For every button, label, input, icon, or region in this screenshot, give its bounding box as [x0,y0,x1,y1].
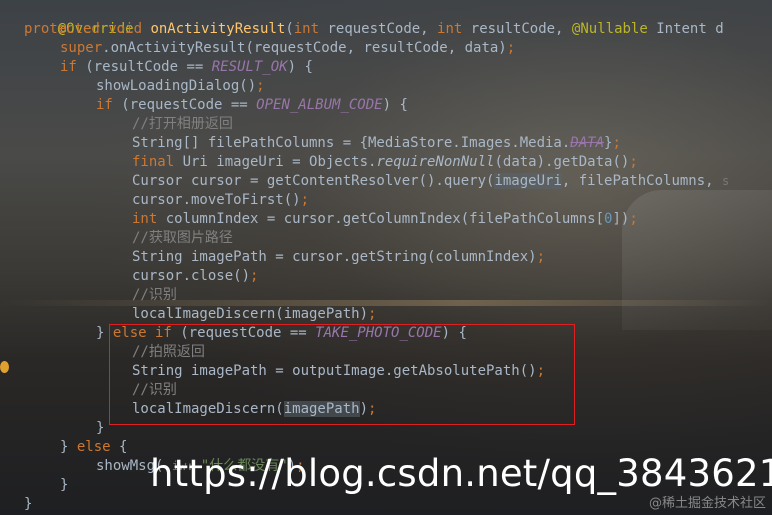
code-token: ; [536,249,546,265]
code-token: final [132,154,183,170]
code-token: } [96,420,105,436]
code-token: DATA [570,135,605,151]
code-line: String imagePath = cursor.getString(colu… [132,248,545,267]
code-line: showLoadingDialog(); [96,77,265,96]
code-token: @Nullable [571,21,657,37]
code-token: ; [250,268,259,284]
code-token: RESULT_OK [211,59,288,75]
code-token: ; [629,211,638,227]
code-token: s [722,174,730,188]
code-line: //获取图片路径 [132,229,233,248]
highlight-box [109,324,575,425]
code-token: } [60,477,69,493]
code-token: void [108,21,151,37]
code-token: ]) [612,211,630,227]
code-token: showLoadingDialog() [96,78,257,94]
url-watermark: https://blog.csdn.net/qq_38436214 [150,452,772,495]
code-token: ) { [382,97,408,113]
code-line: cursor.close(); [132,267,258,286]
code-token: ; [368,306,377,322]
corner-watermark: @稀土掘金技术社区 [648,496,766,511]
code-line: if (requestCode == OPEN_ALBUM_CODE) { [96,96,408,115]
code-token: ; [629,154,638,170]
code-token: imageUri [494,173,562,189]
code-token: ; [256,78,265,94]
code-token: cursor.moveToFirst() [132,192,301,208]
code-editor[interactable]: @Override protected void onActivityResul… [0,0,772,515]
code-token: if [96,97,122,113]
code-token: ; [612,135,621,151]
code-token: localImageDiscern(imagePath) [132,306,369,322]
code-line: } [96,419,104,438]
code-line: if (resultCode == RESULT_OK) { [60,58,313,77]
code-token: OPEN_ALBUM_CODE [256,97,383,113]
code-comment: //打开相册返回 [132,116,233,132]
code-line: Cursor cursor = getContentResolver().que… [132,172,729,191]
code-line: super.onActivityResult(requestCode, resu… [60,39,515,58]
code-token: onActivityResult [150,21,286,37]
code-token: columnIndex = cursor.getColumnIndex(file… [165,211,605,227]
code-token: protected [24,21,109,37]
code-token: ) { [287,59,313,75]
code-token: , filePathColumns, [561,173,723,189]
code-token: } [60,439,77,455]
code-token: ; [506,40,516,56]
code-line: //识别 [132,286,177,305]
code-token: int [293,21,328,37]
code-token: ( [285,21,294,37]
code-line: } [24,495,32,514]
code-token: (data).getData() [494,154,630,170]
code-token: resultCode, [470,21,572,37]
code-line: cursor.moveToFirst(); [132,191,309,210]
code-token: String[] filePathColumns = {MediaStore.I… [132,135,571,151]
code-token: if [60,59,86,75]
code-token: { [119,439,128,455]
code-comment: //获取图片路径 [132,230,233,246]
code-token: Uri imageUri = Objects. [182,154,377,170]
code-line: final Uri imageUri = Objects.requireNonN… [132,153,638,172]
code-token: int [132,211,166,227]
code-token: super [60,40,103,56]
code-token: (resultCode == [85,59,212,75]
code-token: cursor.close() [132,268,251,284]
code-comment: //识别 [132,287,177,303]
code-token: Cursor cursor = getContentResolver().que… [132,173,495,189]
code-token: requestCode, [327,21,438,37]
code-line: String[] filePathColumns = {MediaStore.I… [132,134,621,153]
code-token: String imagePath = cursor.getString(colu… [132,249,537,265]
code-token: } [24,496,33,512]
code-token: ; [300,192,310,208]
code-token: .onActivityResult(requestCode, resultCod… [102,40,507,56]
code-line: } [60,476,68,495]
code-token: requireNonNull [376,154,495,170]
code-line: @Override [24,1,134,37]
code-token: (requestCode == [121,97,257,113]
code-line: protected void onActivityResult(int requ… [24,20,724,39]
code-token: int [437,21,471,37]
code-token: Intent d [656,21,724,37]
code-line: localImageDiscern(imagePath); [132,305,376,324]
code-token: else [76,439,120,455]
code-line: int columnIndex = cursor.getColumnIndex(… [132,210,638,229]
code-line: } else { [60,438,127,457]
code-line: //打开相册返回 [132,115,233,134]
